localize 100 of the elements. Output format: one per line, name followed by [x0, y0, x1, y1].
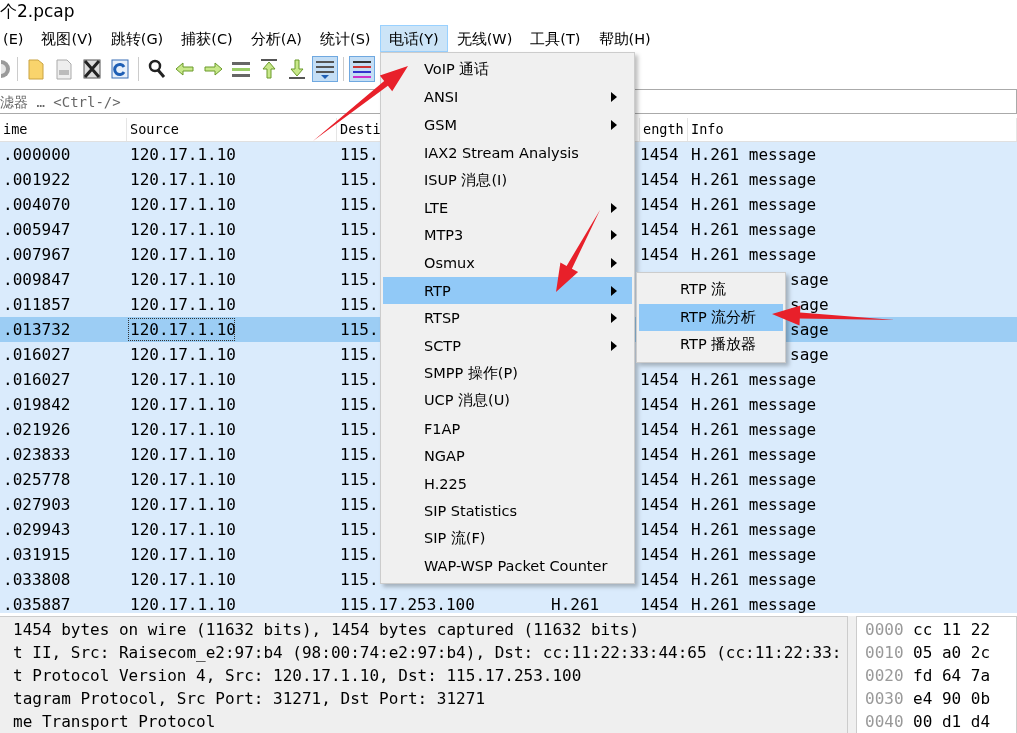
table-cell-text: .000000: [2, 144, 71, 167]
table-cell-text: 115.: [339, 294, 379, 317]
table-cell-text: 115.: [339, 369, 379, 392]
table-cell-text: 1454: [640, 194, 679, 217]
table-cell-text: .027903: [2, 494, 71, 517]
table-cell-text: H.261 message: [690, 144, 817, 167]
table-cell-text: 120.17.1.10: [129, 219, 236, 242]
table-cell-text: 120.17.1.10: [129, 494, 236, 517]
table-cell-text: 115.: [339, 519, 379, 542]
table-cell-text: 1454: [640, 369, 679, 392]
table-cell-text: H.261: [550, 594, 600, 613]
table-cell-text: 120.17.1.10: [129, 394, 236, 417]
hex-bytes: 05 a0 2c: [913, 642, 992, 664]
hex-offset: 0040: [864, 711, 905, 733]
hex-bytes: e4 90 0b: [913, 688, 992, 710]
table-cell-text: H.261 message: [690, 569, 817, 592]
table-cell-text: 115.: [339, 444, 379, 467]
table-cell-text: 115.: [339, 244, 379, 267]
hex-bytes: cc 11 22: [913, 619, 992, 641]
table-cell-text: sage: [789, 319, 829, 342]
table-cell-text: .009847: [2, 269, 71, 292]
table-cell-text: 1454: [640, 494, 679, 517]
table-cell-text: 115.: [339, 194, 379, 217]
table-cell-text: 120.17.1.10: [129, 569, 236, 592]
table-cell-text: 120.17.1.10: [129, 369, 236, 392]
table-cell-text: 1454: [640, 544, 679, 567]
table-cell-text: 120.17.1.10: [129, 294, 236, 317]
hex-offset: 0020: [864, 665, 905, 687]
table-cell-text: .016027: [2, 344, 71, 367]
table-cell-text: H.261 message: [690, 169, 817, 192]
table-cell-text: 115.: [339, 219, 379, 242]
table-cell-text: H.261 message: [690, 494, 817, 517]
table-cell-text: .005947: [2, 219, 71, 242]
table-cell-text: H.261 message: [690, 219, 817, 242]
table-cell-text: H.261 message: [690, 469, 817, 492]
table-cell-text: H.261 message: [690, 594, 817, 613]
table-cell-text: 115.: [339, 269, 379, 292]
table-cell: 120.17.1.10: [127, 317, 236, 343]
table-cell-text: 115.17.253.100: [339, 594, 475, 613]
table-cell-text: 1454: [640, 569, 679, 592]
table-cell-text: 120.17.1.10: [129, 594, 236, 613]
table-cell-text: 115.: [339, 494, 379, 517]
table-cell-text: H.261 message: [690, 444, 817, 467]
table-cell-text: .033808: [2, 569, 71, 592]
table-cell-text: 120.17.1.10: [129, 419, 236, 442]
table-cell-text: 1454: [640, 469, 679, 492]
table-cell-text: .011857: [2, 294, 71, 317]
table-cell-text: 120.17.1.10: [129, 144, 236, 167]
table-cell-text: 1454: [640, 594, 679, 613]
table-cell-text: sage: [789, 269, 829, 292]
table-cell-text: 115.: [339, 419, 379, 442]
table-cell-text: 1454: [640, 444, 679, 467]
table-cell-text: .031915: [2, 544, 71, 567]
table-cell-text: .023833: [2, 444, 71, 467]
window-title: 个2.pcap: [0, 1, 75, 21]
table-cell-text: .029943: [2, 519, 71, 542]
table-cell-text: 115.: [339, 469, 379, 492]
table-cell-text: .016027: [2, 369, 71, 392]
table-cell-text: 115.: [339, 344, 379, 367]
hex-bytes: 00 d1 d4: [913, 711, 992, 733]
hex-offset: 0000: [864, 619, 905, 641]
table-cell-text: H.261 message: [690, 244, 817, 267]
table-cell-text: 1454: [640, 394, 679, 417]
table-cell-text: 1454: [640, 244, 679, 267]
table-cell-text: .001922: [2, 169, 71, 192]
table-cell-text: sage: [789, 344, 829, 367]
table-cell-text: 120.17.1.10: [129, 469, 236, 492]
table-cell-text: H.261 message: [690, 419, 817, 442]
table-cell-text: .025778: [2, 469, 71, 492]
table-cell-text: 120.17.1.10: [129, 169, 236, 192]
table-cell-text: 115.: [339, 319, 379, 342]
table-cell-text: H.261 message: [690, 194, 817, 217]
table-cell-text: 1454: [640, 219, 679, 242]
table-cell-text: 120.17.1.10: [129, 194, 236, 217]
table-cell-text: 120.17.1.10: [129, 244, 236, 267]
table-cell-text: 120.17.1.10: [129, 519, 236, 542]
table-cell-text: .013732: [2, 319, 71, 342]
table-cell-text: 1454: [640, 169, 679, 192]
table-cell-text: .004070: [2, 194, 71, 217]
table-cell-text: 120.17.1.10: [129, 344, 236, 367]
table-cell-text: .019842: [2, 394, 71, 417]
table-cell-text: .035887: [2, 594, 71, 613]
table-cell-text: H.261 message: [690, 519, 817, 542]
table-cell-text: 1454: [640, 419, 679, 442]
table-cell-text: 115.: [339, 569, 379, 592]
table-cell-text: 120.17.1.10: [129, 544, 236, 567]
table-cell-text: 115.: [339, 169, 379, 192]
table-cell-text: 1454: [640, 519, 679, 542]
table-cell-text: H.261 message: [690, 394, 817, 417]
table-cell-text: 115.: [339, 394, 379, 417]
table-cell-text: .021926: [2, 419, 71, 442]
table-cell-text: .007967: [2, 244, 71, 267]
table-cell-text: H.261 message: [690, 544, 817, 567]
table-cell-text: 115.: [339, 144, 379, 167]
table-cell-text: H.261 message: [690, 369, 817, 392]
table-cell-text: 115.: [339, 544, 379, 567]
hex-offset: 0010: [864, 642, 905, 664]
hex-bytes: fd 64 7a: [913, 665, 992, 687]
hex-offset: 0030: [864, 688, 905, 710]
table-cell-text: 120.17.1.10: [129, 444, 236, 467]
